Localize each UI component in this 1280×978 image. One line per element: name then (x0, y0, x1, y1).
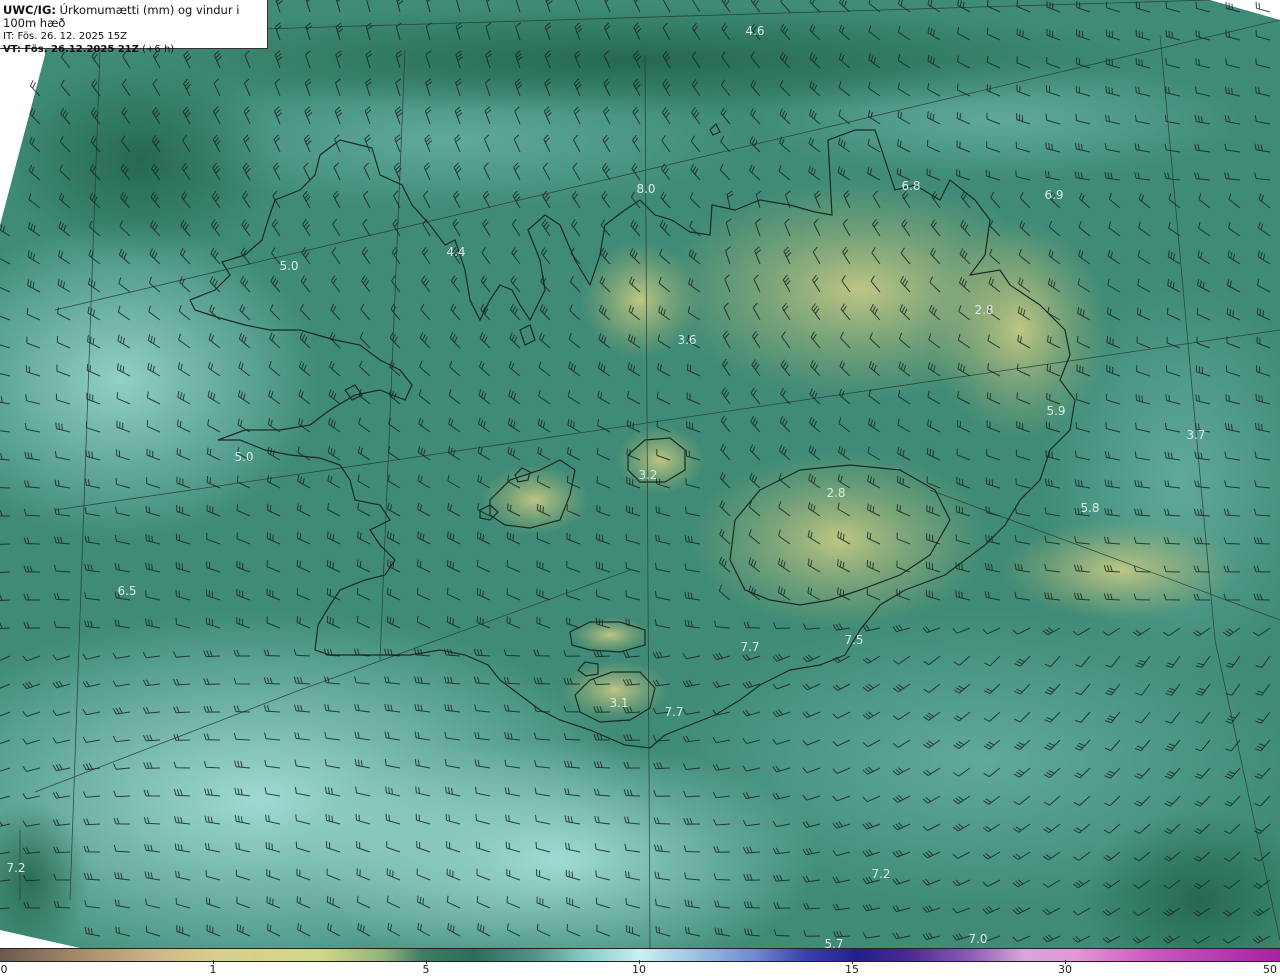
map-value-label: 7.7 (664, 705, 683, 719)
colorbar-label: 10 (632, 963, 646, 976)
map-value-label: 3.2 (638, 468, 657, 482)
map-value-label: 6.9 (1044, 188, 1063, 202)
map-value-label: 5.0 (279, 259, 298, 273)
colorbar-label: 30 (1058, 963, 1072, 976)
map-value-label: 6.8 (901, 179, 920, 193)
precipitation-wind-map: 4.6 8.0 6.8 6.9 4.4 5.0 2.8 3.6 5.9 3.7 … (0, 0, 1280, 948)
map-value-label: 4.6 (745, 24, 764, 38)
map-value-label: 7.0 (968, 932, 987, 946)
map-value-label: 5.7 (824, 937, 843, 948)
valid-time-label: VT: Fös. 26.12.2025 21Z (3, 44, 139, 55)
map-value-label: 4.4 (446, 245, 465, 259)
map-value-label: 5.9 (1046, 404, 1065, 418)
model-name: UWC/IG: (3, 3, 56, 17)
map-value-label: 2.8 (826, 486, 845, 500)
map-value-label: 7.7 (740, 640, 759, 654)
valid-time-offset: (+6 h) (138, 44, 175, 55)
colorbar-label: 1 (209, 963, 217, 976)
map-title: UWC/IG: Úrkomumætti (mm) og vindur i 100… (3, 4, 267, 30)
map-value-label: 3.7 (1186, 428, 1205, 442)
map-header: UWC/IG: Úrkomumætti (mm) og vindur i 100… (0, 0, 268, 55)
precip-colorbar (0, 948, 1280, 962)
map-value-label: 2.8 (974, 303, 993, 317)
map-value-label: 7.2 (871, 867, 890, 881)
map-value-label: 6.5 (117, 584, 136, 598)
colorbar-label: 0 (0, 963, 8, 976)
init-time: IT: Fös. 26. 12. 2025 15Z (3, 31, 127, 42)
map-value-label: 3.6 (677, 333, 696, 347)
map-value-label: 7.5 (844, 633, 863, 647)
weather-map-view: 4.6 8.0 6.8 6.9 4.4 5.0 2.8 3.6 5.9 3.7 … (0, 0, 1280, 978)
map-value-label: 5.0 (234, 450, 253, 464)
map-value-label: 7.2 (6, 861, 25, 875)
map-value-label: 5.8 (1080, 501, 1099, 515)
colorbar-label: 5 (422, 963, 430, 976)
colorbar-label: 50 (1263, 963, 1277, 976)
map-value-label: 3.1 (609, 696, 628, 710)
colorbar-label: 15 (845, 963, 859, 976)
valid-time: VT: Fös. 26.12.2025 21Z (+6 h) (3, 43, 267, 56)
map-value-label: 8.0 (636, 182, 655, 196)
